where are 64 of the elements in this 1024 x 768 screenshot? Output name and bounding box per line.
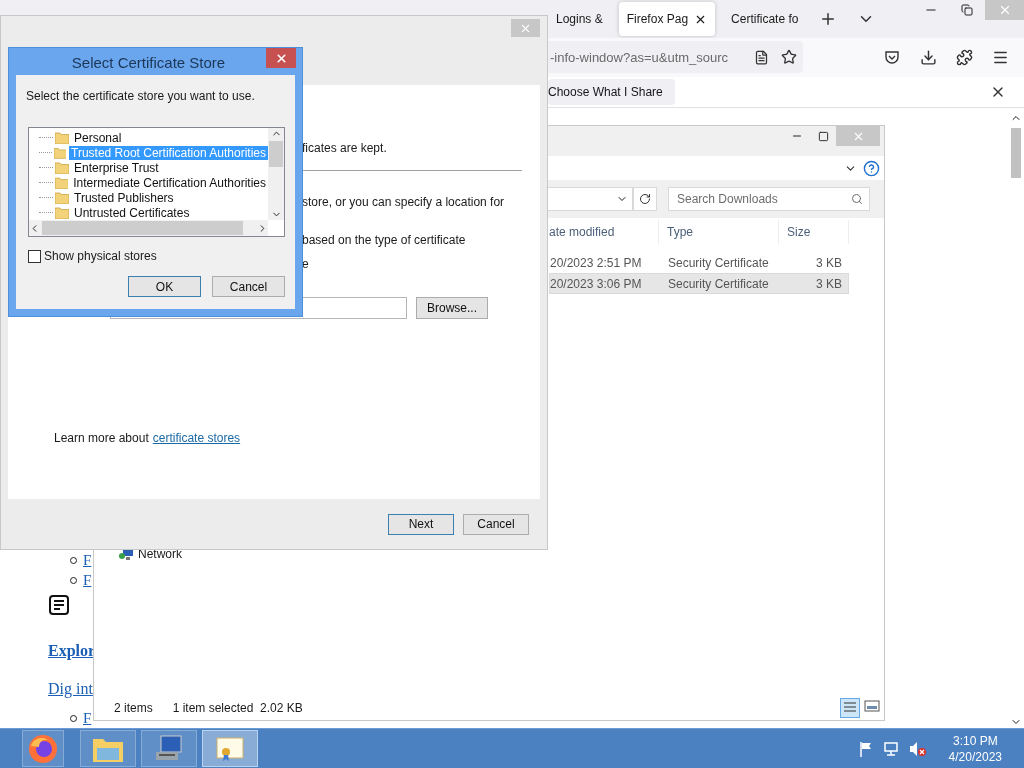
tree-item[interactable]: Untrusted Certificates [72, 205, 192, 220]
page-link[interactable]: Dig int [48, 680, 93, 697]
dialog-button[interactable]: Cancel [212, 276, 285, 297]
checkbox[interactable] [28, 249, 41, 263]
wizard-text: e [302, 257, 309, 271]
dialog-prompt: Select the certificate store you want to use. [26, 89, 256, 103]
details-view-icon[interactable] [840, 698, 860, 718]
flag-icon[interactable] [858, 740, 873, 757]
scrollbar[interactable] [29, 220, 268, 236]
browser-tab[interactable]: Logins & [548, 2, 611, 37]
item-count: 2 items [114, 701, 153, 715]
help-icon[interactable] [862, 159, 880, 177]
column-header[interactable]: Type [659, 220, 779, 244]
folder-icon [53, 146, 66, 159]
tree-item[interactable]: Personal [72, 130, 124, 145]
wizard-button[interactable]: Next [388, 513, 454, 535]
column-header[interactable]: ate modified [549, 220, 659, 244]
certificate-stores-link[interactable]: certificate stores [152, 431, 241, 445]
muted-speaker-icon[interactable] [908, 740, 927, 757]
folder-icon [55, 131, 69, 144]
wizard-text: ficates are kept. [302, 141, 387, 155]
dialog-button[interactable]: OK [128, 276, 201, 297]
scrollbar-thumb[interactable] [1011, 128, 1021, 178]
notification-button[interactable]: Choose What I Share [548, 78, 675, 105]
search-icon[interactable] [851, 193, 863, 205]
scrollbar-thumb[interactable] [42, 221, 243, 235]
dialog-title: Select Certificate Store [70, 53, 227, 71]
selection-info: 1 item selected 2.02 KB [172, 701, 303, 715]
folder-icon [55, 161, 69, 174]
page-link[interactable]: F [83, 551, 92, 569]
taskbar-button[interactable] [202, 730, 258, 767]
folder-icon [55, 191, 69, 204]
tree-item[interactable]: Intermediate Certification Authorities [71, 175, 268, 190]
store-tree[interactable]: Personal Trusted Root Certification Authorities Enterprise Trust Intermediate Certification Authorities Trusted Publishers Untrusted Certificates [28, 127, 285, 237]
column-header[interactable]: Size [779, 220, 849, 244]
wizard-button[interactable]: Cancel [463, 513, 529, 535]
close-button[interactable] [266, 48, 296, 68]
file-row[interactable]: 20/2023 2:51 PM Security Certificate 3 KB [549, 252, 849, 273]
page-link[interactable]: F [83, 571, 92, 589]
scrollbar[interactable] [268, 128, 284, 220]
certificate-icon [215, 735, 245, 762]
tree-item[interactable]: Trusted Publishers [72, 190, 176, 205]
clock-date[interactable]: 4/20/2023 [948, 748, 1002, 765]
search-field[interactable]: Search Downloads [668, 187, 870, 211]
scrollbar-thumb[interactable] [269, 141, 283, 167]
page-link[interactable]: Explor [48, 642, 96, 659]
checkbox-label: Show physical stores [44, 249, 157, 263]
url-bar[interactable]: -info-window?as=u&utm_sourc [548, 41, 803, 74]
browser-tab[interactable]: Firefox Pag [618, 2, 716, 37]
network-icon[interactable] [882, 740, 899, 757]
file-row[interactable]: 20/2023 3:06 PM Security Certificate 3 KB [549, 273, 849, 294]
browse-button[interactable]: Browse... [416, 297, 488, 319]
tree-item[interactable]: Enterprise Trust [72, 160, 161, 175]
firefox-icon [28, 733, 58, 764]
page-link[interactable]: F [83, 709, 92, 727]
wizard-text: store, or you can specify a location for [302, 195, 505, 209]
learn-more-text: Learn more about [54, 431, 149, 445]
wizard-text: based on the type of certificate [302, 233, 466, 247]
thumbnail-view-icon[interactable] [864, 698, 880, 714]
refresh-icon[interactable] [633, 187, 657, 211]
note-icon [48, 594, 70, 616]
clock-time[interactable]: 3:10 PM [952, 732, 998, 749]
folder-icon [54, 176, 69, 189]
browser-tab[interactable]: Certificate fo [723, 2, 807, 37]
